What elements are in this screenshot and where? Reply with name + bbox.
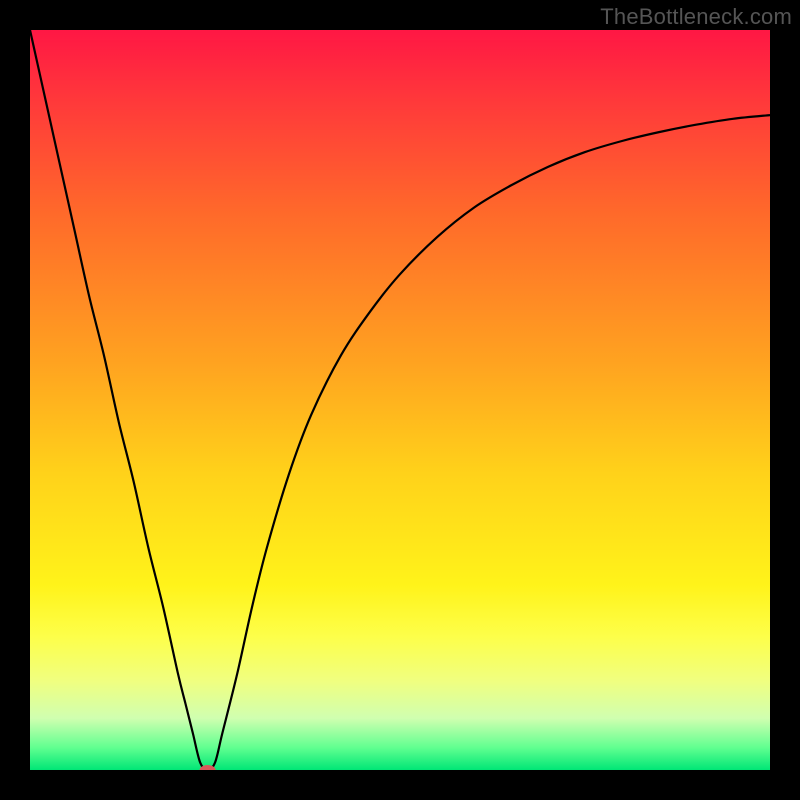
watermark-text: TheBottleneck.com [600, 4, 792, 30]
chart-frame: TheBottleneck.com [0, 0, 800, 800]
chart-svg [30, 30, 770, 770]
gradient-background [30, 30, 770, 770]
plot-area [30, 30, 770, 770]
